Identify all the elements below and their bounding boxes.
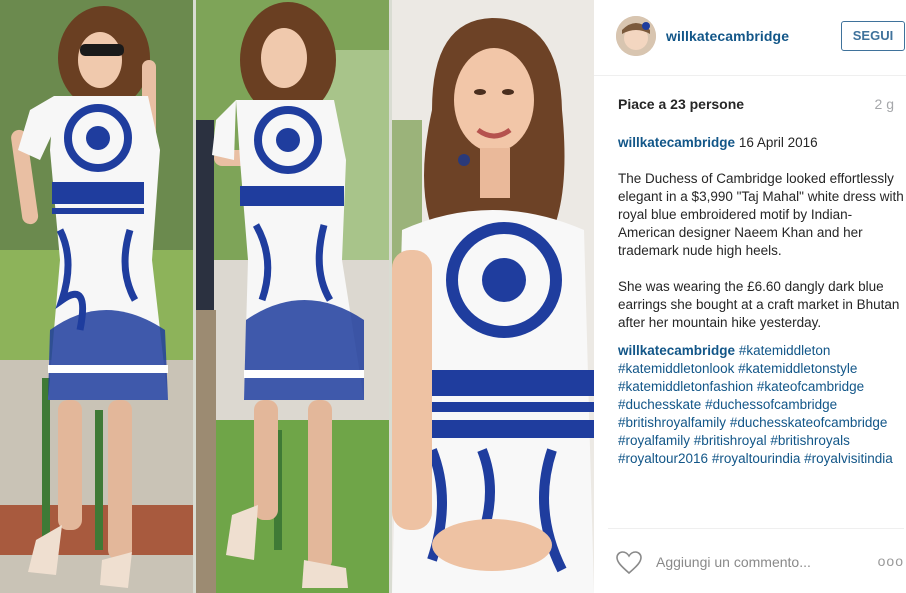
hashtag-link[interactable]: #kateofcambridge (757, 379, 864, 394)
hashtag-link[interactable]: #britishroyals (770, 433, 850, 448)
comment-item: willkatecambridge 16 April 2016 The Duch… (618, 134, 904, 332)
post-photo[interactable] (0, 0, 594, 593)
likes-count[interactable]: Piace a 23 persone (618, 96, 744, 112)
hashtag-link[interactable]: #katemiddleton (739, 343, 831, 358)
hashtag-link[interactable]: #duchesskate (618, 397, 701, 412)
comment-item: willkatecambridge #katemiddleton #katemi… (618, 342, 904, 468)
hashtag-link[interactable]: #duchesskateofcambridge (730, 415, 888, 430)
comment-paragraph: She was wearing the £6.60 dangly dark bl… (618, 279, 900, 330)
comment-username[interactable]: willkatecambridge (618, 343, 735, 358)
post-header: willkatecambridge SEGUI (594, 0, 906, 76)
follow-button[interactable]: SEGUI (841, 21, 905, 51)
comments-list: willkatecambridge 16 April 2016 The Duch… (618, 134, 904, 468)
post-time-ago: 2 g (874, 96, 894, 112)
comment-paragraph: The Duchess of Cambridge looked effortle… (618, 171, 904, 258)
more-options-icon[interactable]: ooo (878, 553, 904, 569)
comment-username[interactable]: willkatecambridge (618, 135, 735, 150)
hashtag-link[interactable]: #katemiddletonfashion (618, 379, 753, 394)
comment-input[interactable]: Aggiungi un commento... (656, 554, 811, 570)
photo-panel-middle (196, 0, 389, 593)
hashtag-link[interactable]: #britishroyal (694, 433, 767, 448)
hashtag-link[interactable]: #katemiddletonstyle (738, 361, 857, 376)
hashtag-link[interactable]: #duchessofcambridge (705, 397, 837, 412)
photo-panel-left (0, 0, 193, 593)
hashtag-list: #katemiddleton #katemiddletonlook #katem… (618, 343, 893, 466)
post-username[interactable]: willkatecambridge (666, 28, 789, 44)
post-footer: Aggiungi un commento... ooo (608, 528, 904, 593)
hashtag-link[interactable]: #katemiddletonlook (618, 361, 734, 376)
hashtag-link[interactable]: #royalfamily (618, 433, 690, 448)
hashtag-link[interactable]: #royalvisitindia (804, 451, 893, 466)
hashtag-link[interactable]: #royaltour2016 (618, 451, 708, 466)
post-side-panel: willkatecambridge SEGUI Piace a 23 perso… (594, 0, 906, 593)
avatar[interactable] (616, 16, 656, 56)
comment-date: 16 April 2016 (738, 135, 818, 150)
photo-panel-right (392, 0, 594, 593)
hashtag-link[interactable]: #britishroyalfamily (618, 415, 726, 430)
heart-icon[interactable] (616, 551, 642, 575)
hashtag-link[interactable]: #royaltourindia (712, 451, 801, 466)
